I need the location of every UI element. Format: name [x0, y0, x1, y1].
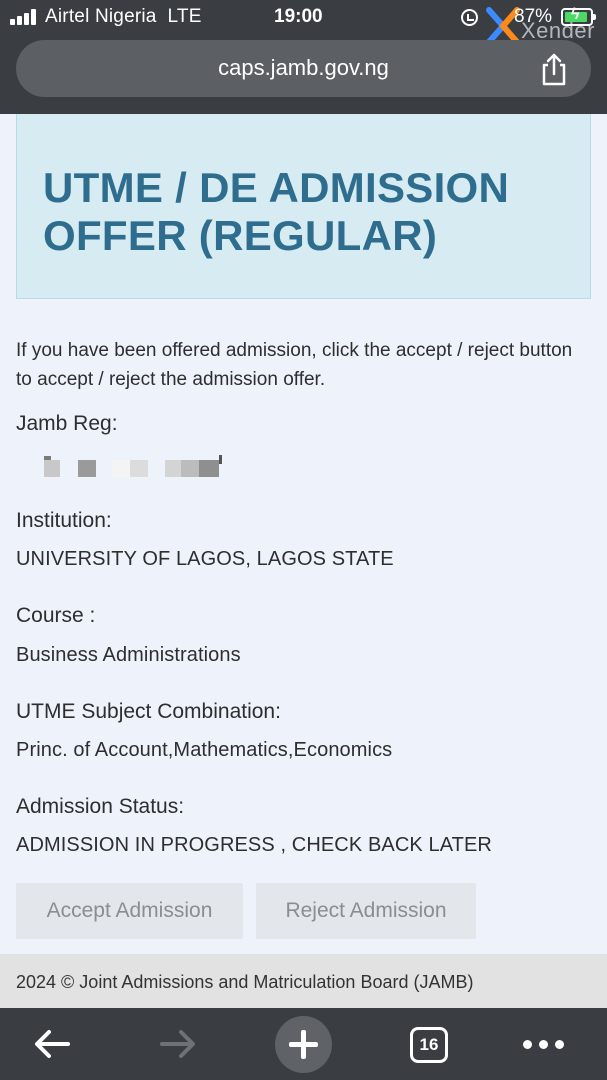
share-icon[interactable] [539, 52, 569, 86]
arrow-left-icon[interactable] [32, 1028, 72, 1060]
browser-toolbar: 16 [0, 1008, 607, 1080]
battery-percent: 87% [514, 6, 553, 27]
subject-combination-value: Princ. of Account,Mathematics,Economics [16, 739, 393, 761]
address-bar[interactable]: caps.jamb.gov.ng [16, 40, 591, 97]
tabs-icon[interactable]: 16 [410, 1027, 448, 1063]
more-icon[interactable] [523, 1040, 564, 1049]
accept-admission-button[interactable]: Accept Admission [16, 883, 243, 939]
arrow-right-icon[interactable] [158, 1028, 198, 1060]
institution-label: Institution: [16, 509, 112, 532]
course-value: Business Administrations [16, 644, 241, 666]
battery-icon: ϟ [561, 6, 596, 26]
footer-copyright: 2024 © Joint Admissions and Matriculatio… [16, 972, 474, 992]
network-label: LTE [167, 6, 202, 27]
course-label: Course : [16, 604, 96, 627]
page-content: UTME / DE ADMISSION OFFER (REGULAR) If y… [0, 114, 607, 954]
browser-top-bar: Airtel Nigeria LTE 19:00 Xender 87% ϟ ca… [0, 0, 607, 114]
page-title: UTME / DE ADMISSION OFFER (REGULAR) [43, 164, 510, 259]
clock: 19:00 [274, 6, 323, 27]
intro-text: If you have been offered admission, clic… [16, 340, 573, 390]
institution-value: UNIVERSITY OF LAGOS, LAGOS STATE [16, 548, 394, 570]
orientation-lock-icon [461, 9, 478, 26]
carrier-label: Airtel Nigeria LTE [45, 6, 202, 27]
admission-status-value: ADMISSION IN PROGRESS , CHECK BACK LATER [16, 834, 492, 856]
subject-combination-label: UTME Subject Combination: [16, 700, 281, 723]
signal-icon [10, 9, 38, 25]
page-footer: 2024 © Joint Admissions and Matriculatio… [0, 954, 607, 1008]
reject-admission-button[interactable]: Reject Admission [256, 883, 476, 939]
admission-status-label: Admission Status: [16, 795, 185, 818]
status-bar: Airtel Nigeria LTE 19:00 Xender 87% ϟ [0, 0, 607, 45]
plus-icon[interactable] [275, 1016, 332, 1073]
jamb-reg-label: Jamb Reg: [16, 412, 118, 435]
title-banner: UTME / DE ADMISSION OFFER (REGULAR) [16, 114, 591, 299]
url-text[interactable]: caps.jamb.gov.ng [16, 55, 591, 81]
